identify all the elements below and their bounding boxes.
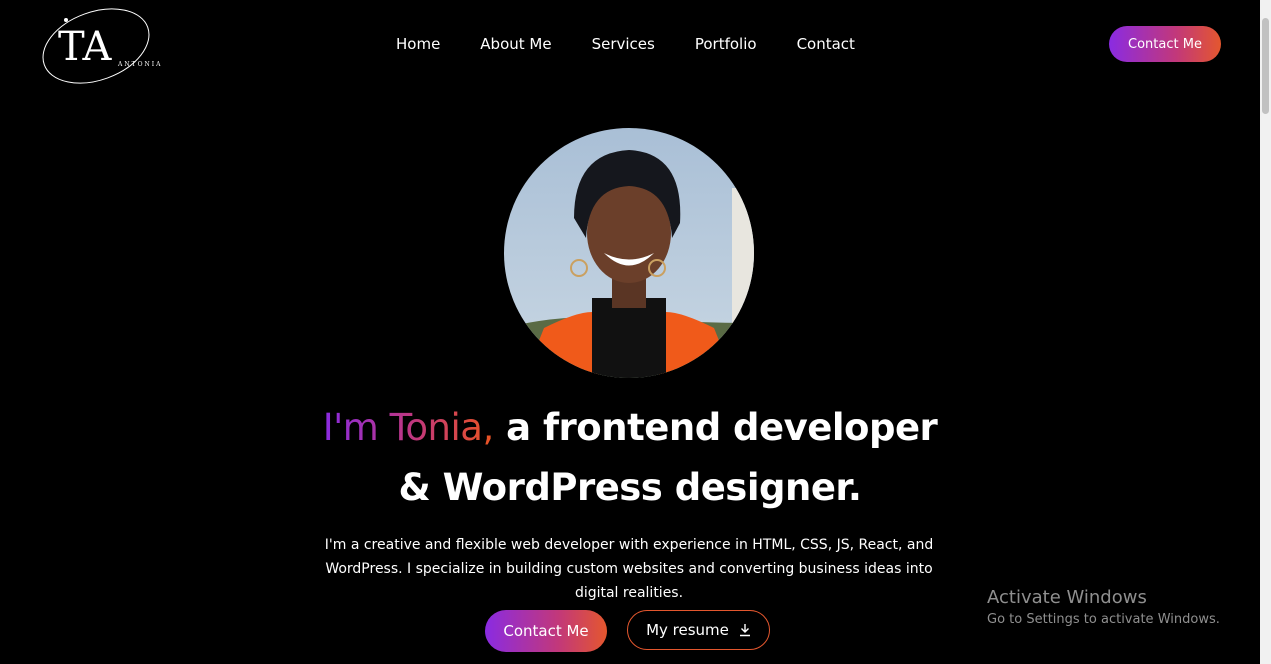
logo-mark: TA ANTONIA xyxy=(42,8,162,84)
download-icon xyxy=(739,623,751,637)
nav-contact[interactable]: Contact xyxy=(797,34,855,54)
profile-photo xyxy=(504,128,754,378)
nav-services[interactable]: Services xyxy=(592,34,655,54)
activate-windows-title: Activate Windows xyxy=(987,587,1147,608)
logo-monogram: TA xyxy=(58,24,112,70)
hero-contact-button[interactable]: Contact Me xyxy=(485,610,607,652)
logo-subtitle: ANTONIA xyxy=(117,61,162,68)
hero-bio: I'm a creative and flexible web develope… xyxy=(324,537,934,601)
hero-headline-rest: a frontend developer xyxy=(493,406,938,449)
resume-button-label: My resume xyxy=(646,621,729,639)
hero-headline: I'm Tonia, a frontend developer & WordPr… xyxy=(0,398,1260,518)
activate-windows-subtitle: Go to Settings to activate Windows. xyxy=(987,612,1220,627)
nav-about-me[interactable]: About Me xyxy=(480,34,551,54)
main-nav: Home About Me Services Portfolio Contact xyxy=(396,34,855,54)
header-contact-button[interactable]: Contact Me xyxy=(1109,26,1221,62)
nav-home[interactable]: Home xyxy=(396,34,440,54)
hero-headline-line1: I'm Tonia, a frontend developer xyxy=(0,398,1260,458)
site-logo[interactable]: TA ANTONIA xyxy=(36,2,168,86)
resume-button[interactable]: My resume xyxy=(627,610,770,650)
hero-greeting: I'm Tonia, xyxy=(322,406,495,449)
nav-portfolio[interactable]: Portfolio xyxy=(695,34,757,54)
activate-windows-watermark: Activate Windows Go to Settings to activ… xyxy=(987,586,1220,630)
scrollbar-thumb[interactable] xyxy=(1262,18,1269,114)
hero-headline-line2: & WordPress designer. xyxy=(398,466,862,509)
page-scrollbar[interactable] xyxy=(1260,0,1271,664)
